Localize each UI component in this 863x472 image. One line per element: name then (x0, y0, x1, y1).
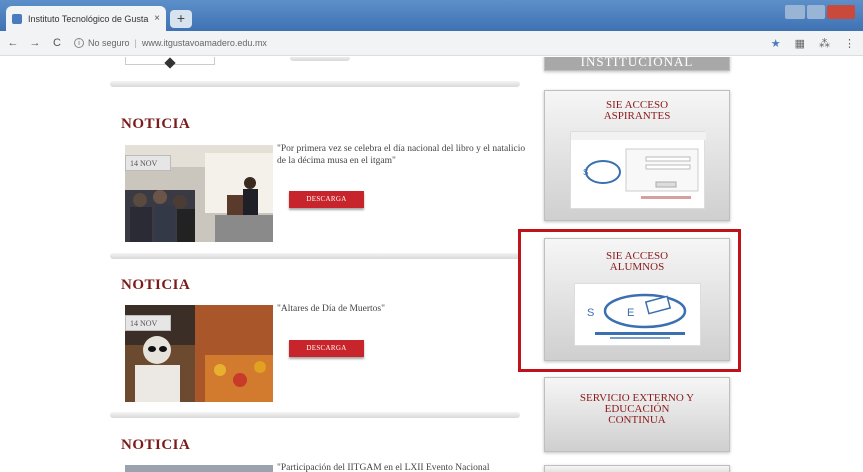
extension-icon[interactable]: ▦ (795, 37, 805, 50)
minimize-button[interactable] (785, 5, 805, 19)
news-image[interactable]: 14 NOV (125, 305, 273, 402)
close-window-button[interactable] (827, 5, 855, 19)
maximize-button[interactable] (807, 5, 825, 19)
site-favicon-icon (12, 13, 22, 24)
address-bar[interactable]: i No seguro | www.itgustavoamadero.edu.m… (74, 38, 267, 48)
news-image[interactable] (125, 465, 273, 472)
highlight-box (518, 229, 741, 372)
card-title-line-3: CONTINUA (608, 414, 666, 426)
forward-button[interactable]: → (26, 37, 44, 49)
news-heading: NOTICIA (121, 277, 191, 293)
card-title-line-2: ASPIRANTES (603, 110, 671, 122)
sidebar-card-next[interactable] (544, 465, 730, 472)
url-text: www.itgustavoamadero.edu.mx (141, 38, 267, 48)
security-label: No seguro (88, 38, 130, 48)
tab-close-icon[interactable]: × (154, 13, 160, 24)
servicio-externo-card[interactable]: SERVICIO EXTERNO Y EDUCACIÓN CONTINUA (544, 377, 730, 452)
aspirantes-login-thumbnail: S (570, 131, 706, 209)
page-content: NOTICIA 14 NOV "Por primera vez se celeb… (0, 57, 863, 472)
news-text[interactable]: "Altares de Día de Muertos" (277, 303, 527, 315)
institucional-button[interactable]: INSTITUCIONAL (544, 57, 730, 71)
browser-tab[interactable]: Instituto Tecnológico de Gusta × (6, 6, 166, 31)
divider (110, 253, 520, 259)
news-text[interactable]: "Por primera vez se celebra el día nacio… (277, 143, 527, 167)
sie-aspirantes-card[interactable]: SIE ACCESO ASPIRANTES S (544, 90, 730, 221)
download-button[interactable]: DESCARGA (289, 191, 364, 208)
bookmark-star-icon[interactable]: ★ (771, 37, 781, 50)
extension-icon-2[interactable]: ⁂ (819, 37, 830, 50)
window-controls (785, 5, 855, 19)
download-button[interactable]: DESCARGA (289, 340, 364, 357)
toolbar-actions: ★ ▦ ⁂ ⋮ (771, 37, 855, 50)
info-icon[interactable]: i (74, 38, 84, 48)
divider (110, 412, 520, 418)
divider (290, 57, 350, 61)
tab-title: Instituto Tecnológico de Gusta (28, 13, 149, 24)
menu-icon[interactable]: ⋮ (844, 37, 855, 50)
news-image[interactable]: 14 NOV (125, 145, 273, 242)
browser-tab-strip: Instituto Tecnológico de Gusta × + (0, 0, 863, 31)
svg-text:S: S (583, 168, 588, 177)
browser-toolbar: ← → C i No seguro | www.itgustavoamadero… (0, 31, 863, 56)
address-separator: | (134, 38, 137, 48)
news-heading: NOTICIA (121, 116, 191, 132)
new-tab-button[interactable]: + (170, 10, 192, 28)
divider (110, 81, 520, 87)
sies-login-preview: S (571, 132, 706, 199)
news-heading: NOTICIA (121, 437, 191, 453)
news-text[interactable]: "Participación del IITGAM en el LXII Eve… (277, 462, 527, 472)
news-date-badge: 14 NOV (125, 315, 171, 331)
back-button[interactable]: ← (4, 37, 22, 49)
reload-button[interactable]: C (48, 37, 66, 49)
news-date-badge: 14 NOV (125, 155, 171, 171)
